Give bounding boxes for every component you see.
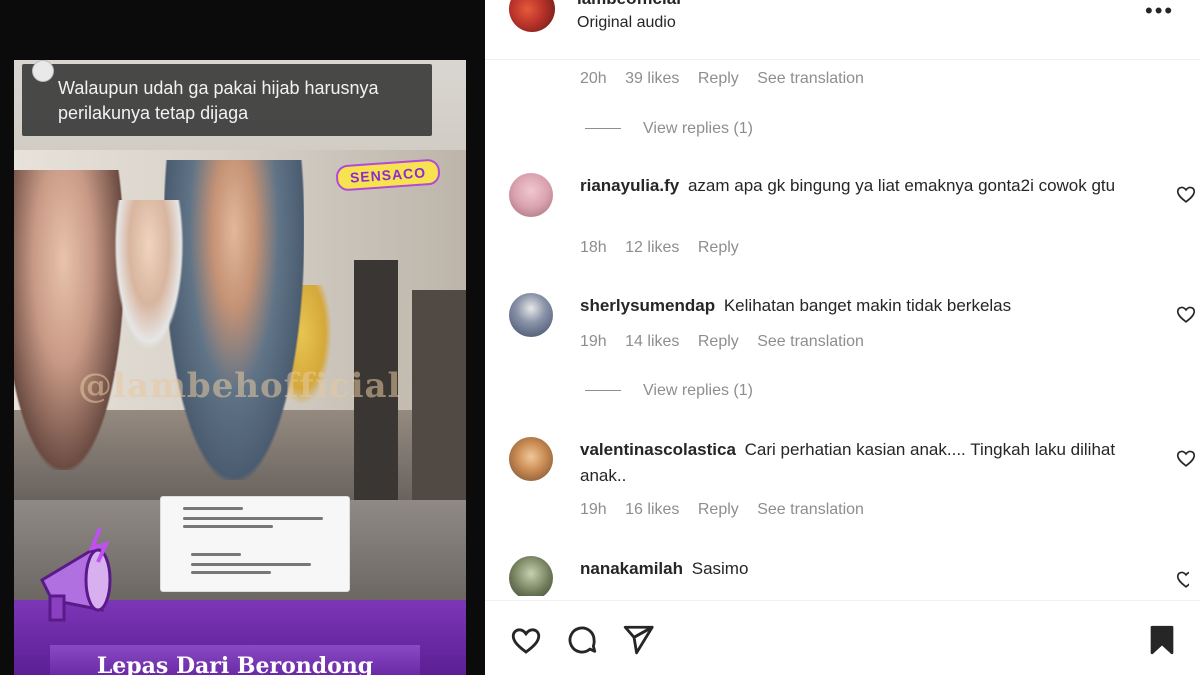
reply-button[interactable]: Reply [698,333,739,350]
view-replies-button[interactable]: View replies (1) [585,382,753,400]
bookmark-icon[interactable] [1145,623,1179,657]
commenter-avatar[interactable] [509,173,553,217]
comment-body: nanakamilah Sasimo [580,556,1120,582]
comment-meta: 19h 16 likes Reply See translation [580,501,878,519]
comment-item: nanakamilah Sasimo [509,556,1189,596]
commenter-avatar[interactable] [509,437,553,481]
comment-body: rianayulia.fy azam apa gk bingung ya lia… [580,173,1120,199]
see-translation-button[interactable]: See translation [757,333,864,350]
heart-icon[interactable] [1175,568,1189,590]
heart-icon[interactable] [1175,183,1197,205]
comment-likes[interactable]: 16 likes [625,501,679,518]
view-replies-label: View replies (1) [643,120,753,137]
megaphone-icon [40,527,112,622]
more-options-icon[interactable]: ••• [1145,0,1174,24]
quoted-comment-text: Walaupun udah ga pakai hijab harusnya pe… [58,78,379,123]
see-translation-button[interactable]: See translation [757,501,864,518]
comment-text: azam apa gk bingung ya liat emaknya gont… [687,176,1116,195]
commenter-username[interactable]: nanakamilah [580,559,683,578]
author-username[interactable]: lambeofficial [577,0,681,9]
person-woman [14,170,124,470]
person-child [114,200,184,350]
comment-body: sherlysumendap Kelihatan banget makin ti… [580,293,1120,319]
comment-time: 19h [580,333,607,350]
decor-pillar [412,290,466,500]
comment-icon[interactable] [565,623,599,657]
comment-body: valentinascolastica Cari perhatian kasia… [580,437,1120,489]
replies-divider [585,128,621,130]
comment-time: 19h [580,501,607,518]
reply-button[interactable]: Reply [698,501,739,518]
comment-item: valentinascolastica Cari perhatian kasia… [509,437,1196,497]
view-replies-label: View replies (1) [643,382,753,399]
comment-text: Kelihatan banget makin tidak berkelas [723,296,1012,315]
comment-meta: 20h 39 likes Reply See translation [580,70,878,88]
audio-link[interactable]: Original audio [577,14,676,32]
comment-likes[interactable]: 14 likes [625,333,679,350]
commenter-username[interactable]: rianayulia.fy [580,176,679,195]
comments-panel: lambeofficial Original audio ••• 20h 39 … [485,0,1200,675]
person-man [164,160,304,480]
see-translation-button[interactable]: See translation [757,70,864,87]
heart-icon[interactable] [1175,303,1197,325]
reply-button[interactable]: Reply [698,70,739,87]
banner-title: Lepas Dari Berondong [50,645,420,675]
replies-divider [585,390,621,392]
comment-time: 20h [580,70,607,87]
heart-icon[interactable] [1175,447,1197,469]
comment-likes[interactable]: 39 likes [625,70,679,87]
mini-line [183,517,323,520]
commenter-username[interactable]: sherlysumendap [580,296,715,315]
video-player[interactable]: Walaupun udah ga pakai hijab harusnya pe… [0,0,485,675]
reply-button[interactable]: Reply [698,239,739,256]
mini-line [183,507,243,510]
mini-line [191,571,271,574]
view-replies-button[interactable]: View replies (1) [585,120,753,138]
comment-meta: 18h 12 likes Reply [580,239,753,257]
share-icon[interactable] [621,623,655,657]
embedded-comments-screenshot [160,496,350,592]
mini-line [191,553,241,556]
author-avatar[interactable] [509,0,555,32]
post-header: lambeofficial Original audio ••• [485,0,1200,60]
commenter-username[interactable]: valentinascolastica [580,440,736,459]
heart-icon[interactable] [509,623,543,657]
action-bar [485,600,1200,675]
watermark: @lambehofficial [78,366,402,406]
comment-likes[interactable]: 12 likes [625,239,679,256]
comment-time: 18h [580,239,607,256]
comment-meta: 19h 14 likes Reply See translation [580,333,878,351]
quoted-avatar [32,60,54,82]
mini-line [183,525,273,528]
commenter-avatar[interactable] [509,293,553,337]
mini-line [191,563,311,566]
commenter-avatar[interactable] [509,556,553,596]
comment-text: Sasimo [691,559,749,578]
quoted-comment-overlay: Walaupun udah ga pakai hijab harusnya pe… [22,60,432,136]
